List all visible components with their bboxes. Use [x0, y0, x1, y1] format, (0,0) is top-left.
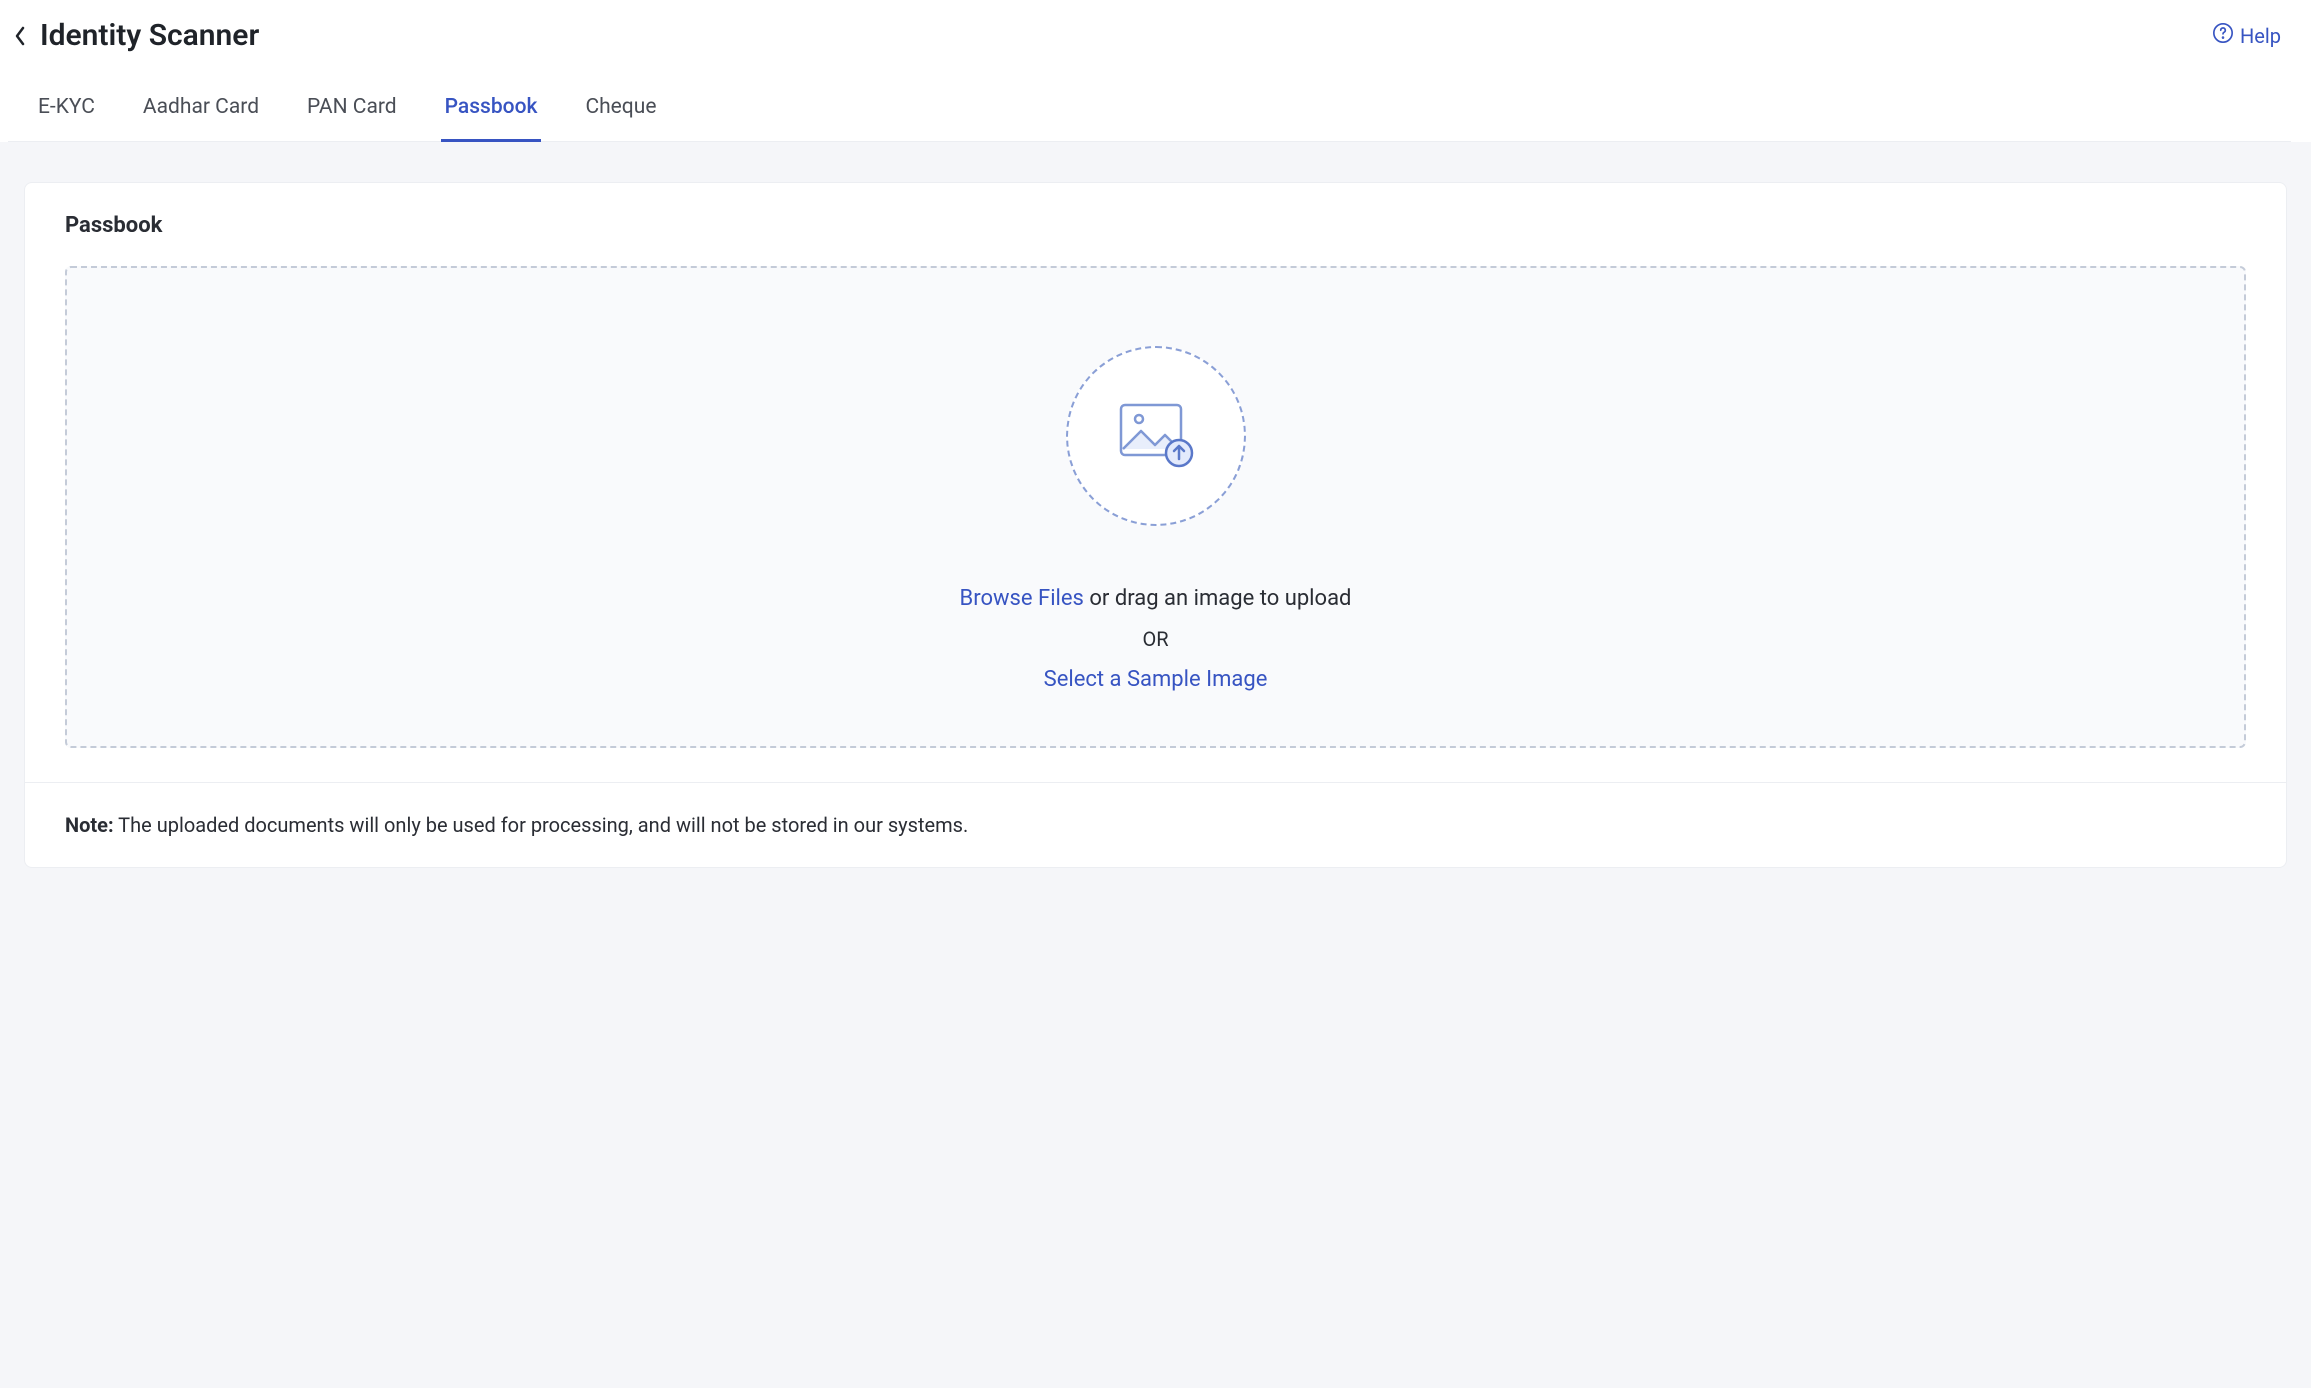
upload-zone-wrapper: Browse Files or drag an image to upload …	[25, 266, 2286, 782]
upload-dropzone[interactable]: Browse Files or drag an image to upload …	[65, 266, 2246, 748]
card-header: Passbook	[25, 183, 2286, 266]
content-area: Passbook Browse Files o	[0, 142, 2311, 892]
back-chevron-icon[interactable]	[8, 24, 32, 48]
browse-files-link[interactable]: Browse Files	[960, 586, 1084, 611]
help-icon	[2212, 22, 2234, 49]
upload-circle	[1066, 346, 1246, 526]
or-text: OR	[1142, 627, 1168, 651]
tab-ekyc[interactable]: E-KYC	[34, 81, 99, 142]
note-text: The uploaded documents will only be used…	[114, 813, 969, 837]
drag-text: or drag an image to upload	[1084, 586, 1352, 611]
image-upload-icon	[1115, 399, 1197, 473]
tab-passbook[interactable]: Passbook	[441, 81, 542, 142]
title-area: Identity Scanner	[8, 18, 259, 53]
help-label: Help	[2240, 24, 2281, 48]
header: Identity Scanner Help E-KYC Aadhar Card …	[0, 0, 2311, 142]
tab-pan-card[interactable]: PAN Card	[303, 81, 401, 142]
upload-text: Browse Files or drag an image to upload	[960, 586, 1352, 611]
card: Passbook Browse Files o	[24, 182, 2287, 868]
note-label: Note:	[65, 813, 114, 837]
help-link[interactable]: Help	[2212, 22, 2291, 49]
select-sample-image-link[interactable]: Select a Sample Image	[1044, 667, 1268, 692]
tab-cheque[interactable]: Cheque	[581, 81, 660, 142]
note-area: Note: The uploaded documents will only b…	[25, 782, 2286, 867]
card-title: Passbook	[65, 213, 2246, 238]
tab-aadhar-card[interactable]: Aadhar Card	[139, 81, 263, 142]
tabs: E-KYC Aadhar Card PAN Card Passbook Cheq…	[8, 81, 2291, 142]
header-top: Identity Scanner Help	[8, 18, 2291, 81]
page-title: Identity Scanner	[40, 18, 259, 53]
